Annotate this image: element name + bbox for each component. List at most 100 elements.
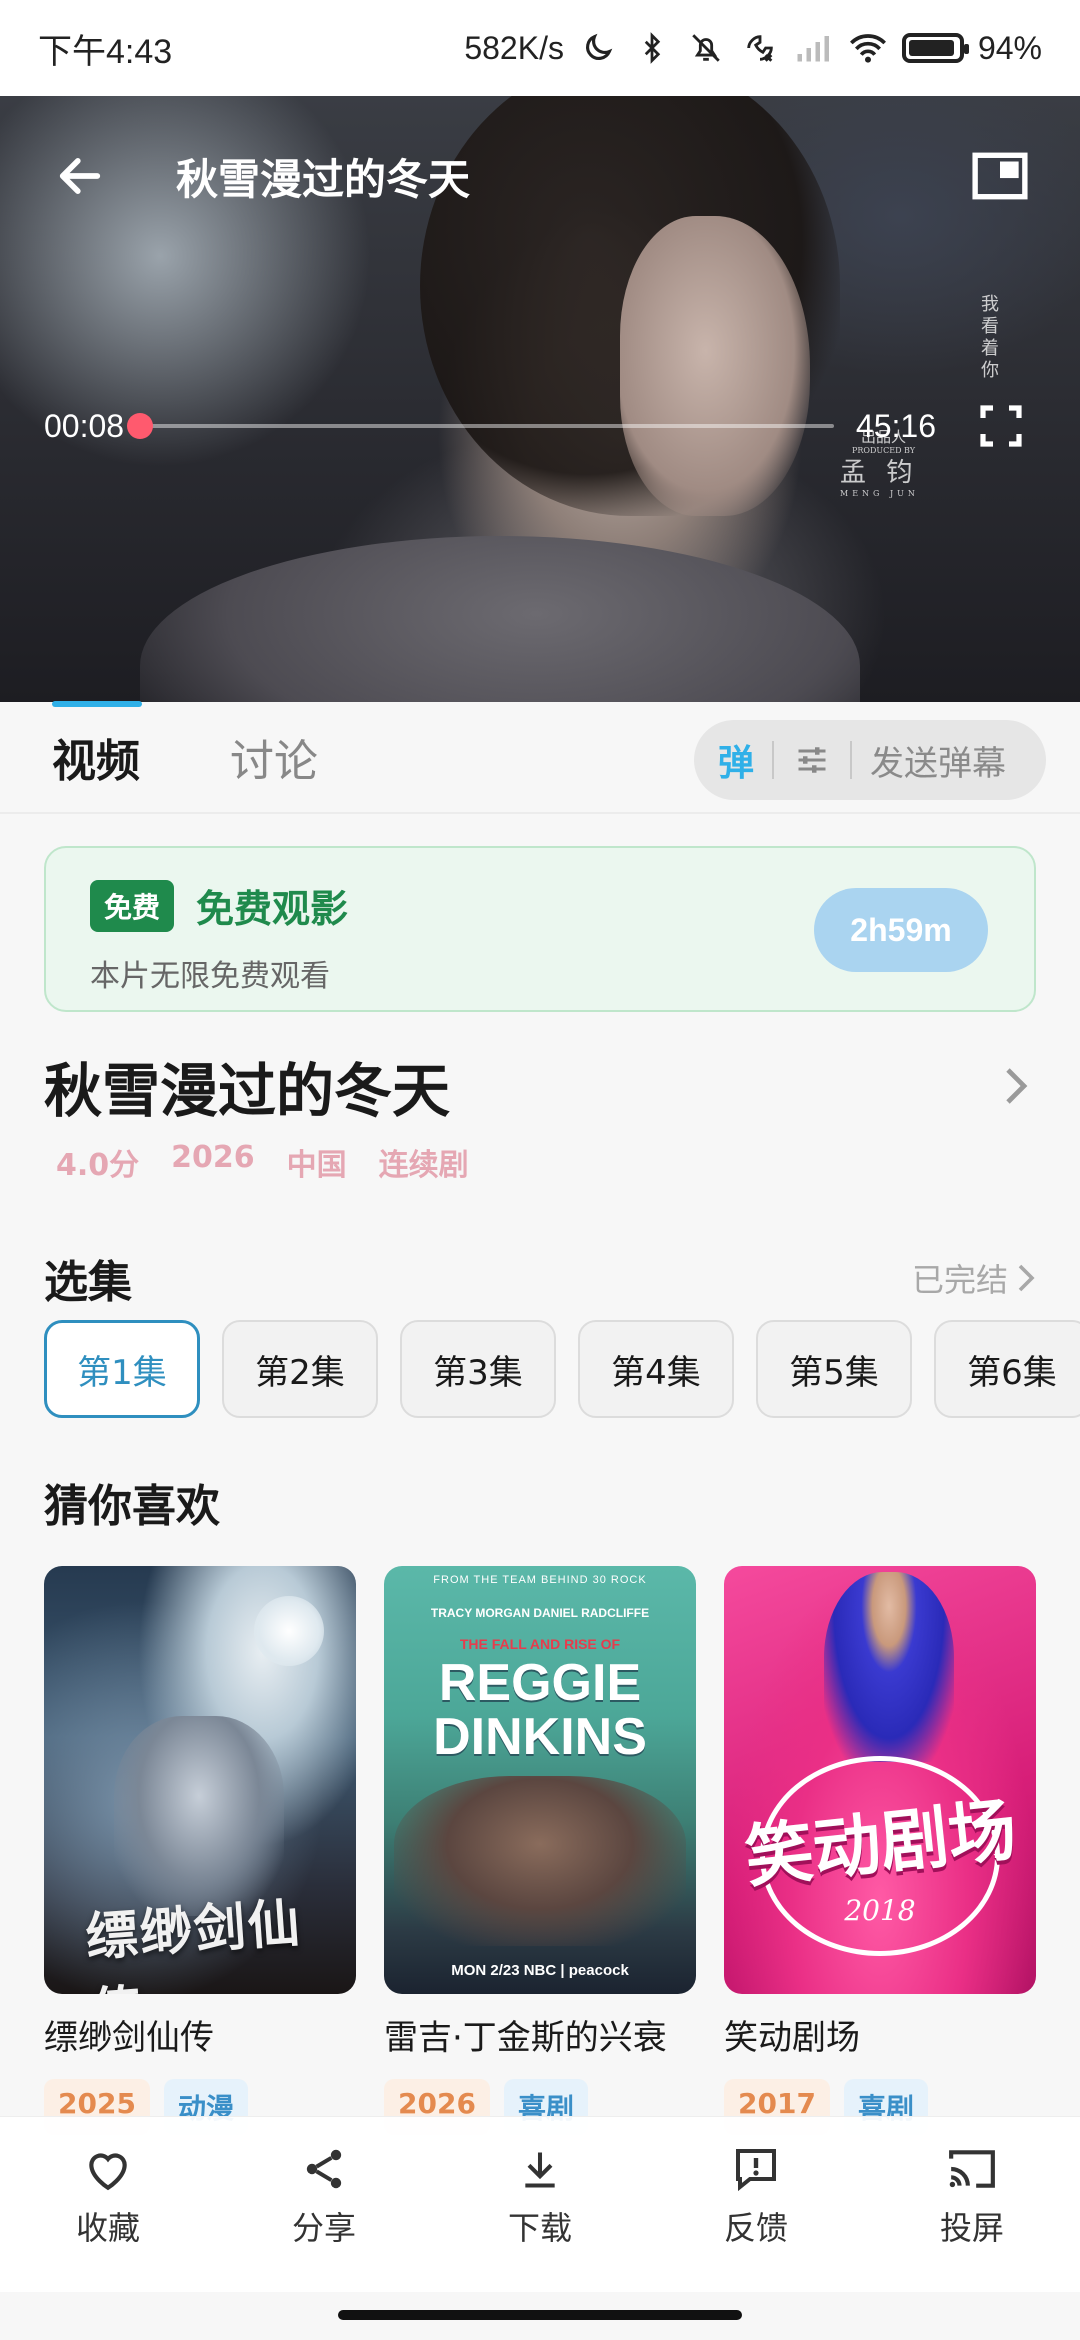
poster-year: 2018 — [844, 1894, 916, 1927]
episode-button[interactable]: 第1集 — [44, 1320, 200, 1418]
cast-icon — [944, 2141, 1000, 2197]
episodes-status: 已完结 — [911, 1261, 1008, 1299]
credit-name-en: MENG JUN — [840, 489, 919, 498]
fullscreen-icon — [980, 405, 1022, 447]
show-region: 中国 — [286, 1148, 347, 1183]
free-viewing-banner[interactable]: 免费 免费观影 本片无限免费观看 2h59m — [44, 846, 1036, 1012]
show-year: 2026 — [171, 1140, 255, 1175]
status-time: 下午4:43 — [38, 32, 173, 71]
seek-thumb[interactable] — [127, 413, 154, 439]
free-badge: 免费 — [90, 879, 175, 932]
episodes-header: 选集 已完结 — [44, 1246, 1036, 1310]
poster-moon — [254, 1596, 324, 1666]
download-button[interactable]: 下载 — [465, 2141, 615, 2249]
feedback-button[interactable]: 反馈 — [681, 2141, 831, 2249]
recommendation-title: 笑动剧场 — [724, 2018, 860, 2058]
poster-logo: 缥缈剑仙传 — [83, 1892, 304, 1994]
arrow-left-icon — [59, 158, 101, 194]
recommendation-title: 雷吉·丁金斯的兴衰 — [384, 2018, 667, 2058]
cast-button[interactable]: 投屏 — [897, 2141, 1047, 2249]
episode-button[interactable]: 第2集 — [222, 1320, 378, 1418]
show-rating: 4.0分 — [56, 1148, 140, 1183]
danmu-bar: 弹 发送弹幕 — [694, 720, 1046, 800]
wifi-icon — [848, 28, 888, 68]
tab-video[interactable]: 视频 — [52, 701, 142, 813]
recommendation-card[interactable]: 缥缈剑仙传 缥缈剑仙传 2025 动漫 — [44, 1566, 356, 2135]
chevron-right-icon — [1018, 1264, 1035, 1292]
bell-off-icon — [686, 28, 726, 68]
recommendations-header: 猜你喜欢 — [44, 1470, 1036, 1534]
overlay-vertical-text: 我看着你 — [978, 294, 999, 382]
countdown-badge: 2h59m — [814, 888, 988, 972]
video-frame-face — [620, 216, 810, 516]
episode-button[interactable]: 第3集 — [400, 1320, 556, 1418]
home-indicator[interactable] — [338, 2310, 742, 2320]
recommendation-title: 缥缈剑仙传 — [44, 2018, 214, 2058]
video-frame-hood — [140, 536, 860, 702]
episodes-title: 选集 — [44, 1257, 132, 1308]
poster-image: FROM THE TEAM BEHIND 30 ROCK TRACY MORGA… — [384, 1566, 696, 1994]
moon-icon — [578, 28, 618, 68]
bottom-action-bar: 收藏 分享 下载 反馈 投屏 — [0, 2116, 1080, 2292]
poster-subtitle: THE FALL AND RISE OF — [459, 1636, 621, 1652]
share-icon — [296, 2141, 352, 2197]
download-icon — [512, 2141, 568, 2197]
bluetooth-icon — [632, 28, 672, 68]
back-button[interactable] — [40, 136, 120, 216]
picture-in-picture-icon — [972, 152, 1028, 200]
picture-in-picture-button[interactable] — [960, 136, 1040, 216]
show-title: 秋雪漫过的冬天 — [44, 1057, 451, 1125]
poster-title: REGGIE DINKINS — [433, 1654, 647, 1766]
danmu-send-input[interactable]: 发送弹幕 — [870, 736, 1006, 785]
poster-airdate: MON 2/23 NBC | peacock — [451, 1962, 629, 1979]
favorite-button[interactable]: 收藏 — [33, 2141, 183, 2249]
recommendation-card[interactable]: FROM THE TEAM BEHIND 30 ROCK TRACY MORGA… — [384, 1566, 696, 2135]
poster-cast: TRACY MORGAN DANIEL RADCLIFFE — [430, 1606, 650, 1620]
feedback-icon — [728, 2141, 784, 2197]
danmu-divider — [772, 741, 775, 779]
content-tabs: 视频 讨论 弹 发送弹幕 — [0, 701, 1080, 814]
seek-bar[interactable] — [127, 413, 834, 439]
total-time: 45:16 — [855, 407, 936, 444]
feedback-label: 反馈 — [723, 2209, 788, 2247]
episode-button[interactable]: 第6集 — [934, 1320, 1080, 1418]
poster-people — [394, 1776, 686, 1946]
player-controls: 00:08 45:16 — [0, 396, 1080, 456]
free-title: 免费观影 — [196, 887, 349, 931]
status-bar: 下午4:43 582K/s 94% — [0, 0, 1080, 96]
battery-percent: 94% — [977, 29, 1042, 66]
player-title: 秋雪漫过的冬天 — [176, 154, 471, 204]
chevron-right-icon — [996, 1066, 1036, 1106]
poster-person — [824, 1572, 954, 1762]
share-label: 分享 — [291, 2209, 356, 2247]
episode-button[interactable]: 第5集 — [756, 1320, 912, 1418]
episode-list: 第1集 第2集 第3集 第4集 第5集 第6集 — [44, 1320, 1080, 1418]
show-meta: 4.0分 2026 中国 连续剧 — [56, 1140, 469, 1184]
cast-label: 投屏 — [939, 2209, 1004, 2247]
episodes-status-link[interactable]: 已完结 — [912, 1255, 1036, 1301]
call-missed-icon — [740, 28, 780, 68]
danmu-toggle[interactable]: 弹 — [718, 734, 754, 786]
battery-fill — [908, 40, 955, 56]
poster-image: 缥缈剑仙传 — [44, 1566, 356, 1994]
download-label: 下载 — [507, 2209, 572, 2247]
signal-icon — [794, 28, 834, 68]
show-type: 连续剧 — [378, 1148, 469, 1183]
sliders-icon — [798, 747, 826, 773]
show-title-row[interactable]: 秋雪漫过的冬天 — [44, 1044, 1036, 1128]
status-icons: 582K/s 94% — [464, 28, 1042, 68]
share-button[interactable]: 分享 — [249, 2141, 399, 2249]
recommendation-list: 缥缈剑仙传 缥缈剑仙传 2025 动漫 FROM THE TEAM BEHIND… — [44, 1566, 1036, 2135]
overlay-credit-name: 孟 钧 MENG JUN — [840, 452, 919, 498]
battery-icon — [901, 33, 969, 63]
danmu-settings-button[interactable] — [792, 740, 832, 780]
tab-discussion[interactable]: 讨论 — [230, 701, 318, 813]
episode-button[interactable]: 第4集 — [578, 1320, 734, 1418]
fullscreen-button[interactable] — [966, 391, 1036, 461]
recommendations-title: 猜你喜欢 — [44, 1481, 220, 1532]
favorite-label: 收藏 — [75, 2209, 140, 2247]
heart-icon — [80, 2141, 136, 2197]
poster-image: 笑动剧场 2018 — [724, 1566, 1036, 1994]
recommendation-card[interactable]: 笑动剧场 2018 笑动剧场 2017 喜剧 — [724, 1566, 1036, 2135]
video-player[interactable]: 我看着你 出品人 PRODUCED BY 孟 钧 MENG JUN 秋雪漫过的冬… — [0, 96, 1080, 702]
